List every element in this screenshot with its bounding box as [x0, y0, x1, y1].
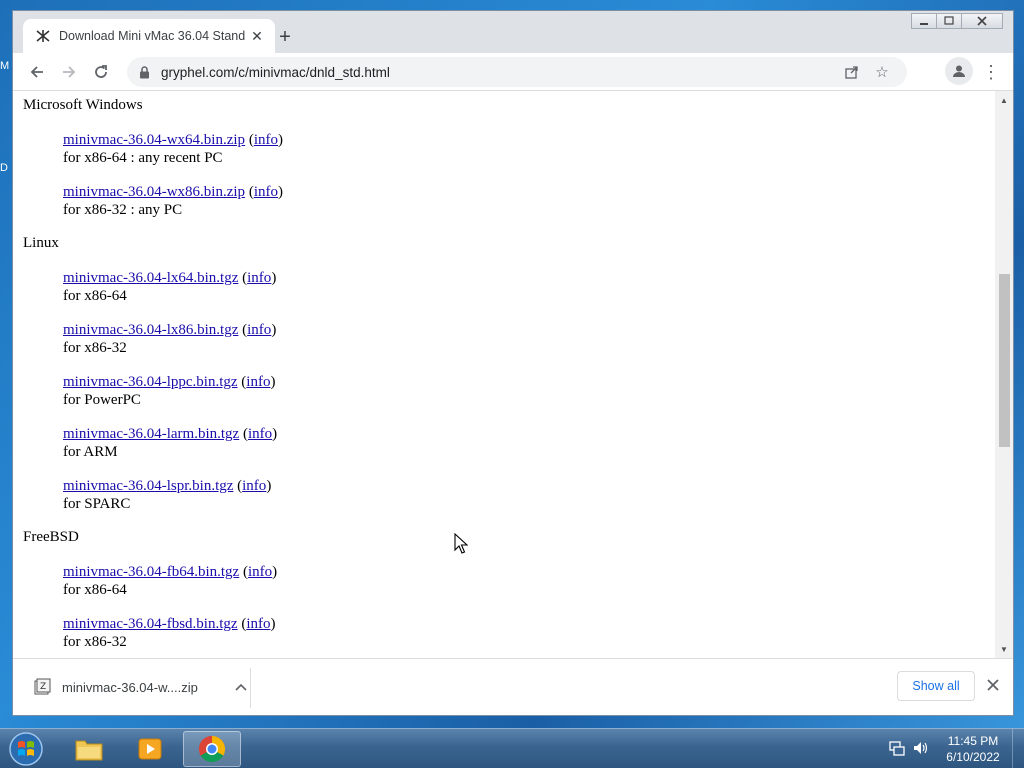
profile-avatar-button[interactable]: [945, 57, 973, 85]
show-all-button[interactable]: Show all: [897, 671, 975, 701]
download-item[interactable]: Z minivmac-36.04-w....zip: [33, 676, 251, 698]
lock-icon: [137, 65, 151, 79]
info-link[interactable]: info: [247, 270, 271, 286]
title-bar: Download Mini vMac 36.04 Standard ✕ +: [13, 11, 1013, 53]
close-shelf-icon[interactable]: [983, 675, 1003, 695]
browser-tab[interactable]: Download Mini vMac 36.04 Standard ✕: [23, 19, 275, 53]
list-item: minivmac-36.04-wx86.bin.zip (info) for x…: [63, 184, 283, 218]
taskbar-chrome-button[interactable]: [183, 731, 241, 767]
network-icon[interactable]: [888, 739, 906, 757]
minimize-button[interactable]: [911, 13, 937, 29]
show-desktop-button[interactable]: [1012, 729, 1024, 768]
item-description: for x86-64 : any recent PC: [63, 150, 223, 166]
window-controls: [911, 13, 1003, 29]
chrome-icon: [198, 735, 226, 763]
start-button[interactable]: [6, 731, 46, 767]
info-link[interactable]: info: [242, 478, 266, 494]
download-link[interactable]: minivmac-36.04-lx86.bin.tgz: [63, 322, 238, 338]
list-item: minivmac-36.04-lspr.bin.tgz (info) for S…: [63, 478, 272, 512]
taskbar: 11:45 PM 6/10/2022: [0, 728, 1024, 768]
desktop-icon-label: D: [0, 162, 8, 174]
download-shelf: Z minivmac-36.04-w....zip Show all: [13, 658, 1013, 715]
forward-arrow-icon: [63, 65, 76, 78]
page-content: Microsoft Windows minivmac-36.04-wx64.bi…: [13, 91, 995, 658]
person-icon: [953, 65, 965, 77]
info-link[interactable]: info: [248, 426, 272, 442]
site-favicon-icon: [35, 28, 51, 44]
download-filename: minivmac-36.04-w....zip: [62, 679, 198, 695]
download-link[interactable]: minivmac-36.04-larm.bin.tgz: [63, 426, 239, 442]
download-link[interactable]: minivmac-36.04-wx86.bin.zip: [63, 184, 245, 200]
back-button[interactable]: [22, 57, 52, 87]
mouse-cursor-icon: [454, 533, 468, 554]
list-item: minivmac-36.04-larm.bin.tgz (info) for A…: [63, 426, 278, 460]
download-link[interactable]: minivmac-36.04-fb64.bin.tgz: [63, 564, 239, 580]
list-item: minivmac-36.04-lppc.bin.tgz (info) for P…: [63, 374, 276, 408]
system-tray: [888, 739, 936, 757]
scroll-up-arrow-icon[interactable]: ▲: [999, 95, 1009, 105]
new-tab-button[interactable]: +: [273, 25, 297, 49]
share-icon[interactable]: [837, 60, 867, 84]
info-link[interactable]: info: [254, 184, 278, 200]
section-heading: FreeBSD: [23, 529, 79, 545]
bookmark-star-icon[interactable]: ☆: [867, 60, 897, 84]
reload-button[interactable]: [86, 57, 116, 87]
info-link[interactable]: info: [254, 132, 278, 148]
download-link[interactable]: minivmac-36.04-lppc.bin.tgz: [63, 374, 238, 390]
download-link[interactable]: minivmac-36.04-lspr.bin.tgz: [63, 478, 233, 494]
desktop-icon-label: M: [0, 60, 10, 72]
folder-icon: [75, 740, 103, 761]
info-link[interactable]: info: [247, 322, 271, 338]
divider: [250, 668, 251, 708]
item-description: for x86-32: [63, 340, 127, 356]
scrollbar-thumb[interactable]: [999, 274, 1010, 447]
item-description: for x86-32: [63, 634, 127, 650]
taskbar-clock[interactable]: 11:45 PM 6/10/2022: [938, 733, 1008, 765]
info-link[interactable]: info: [246, 616, 270, 632]
info-link[interactable]: info: [246, 374, 270, 390]
item-description: for PowerPC: [63, 392, 141, 408]
forward-button[interactable]: [54, 57, 84, 87]
item-description: for x86-32 : any PC: [63, 202, 183, 218]
download-link[interactable]: minivmac-36.04-wx64.bin.zip: [63, 132, 245, 148]
list-item: minivmac-36.04-wx64.bin.zip (info) for x…: [63, 132, 283, 166]
restore-button[interactable]: [936, 13, 962, 29]
scroll-down-arrow-icon[interactable]: ▼: [999, 644, 1009, 654]
tab-title: Download Mini vMac 36.04 Standard: [59, 29, 245, 43]
browser-window: Download Mini vMac 36.04 Standard ✕ + gr…: [12, 10, 1014, 716]
list-item: minivmac-36.04-lx86.bin.tgz (info) for x…: [63, 322, 277, 356]
taskbar-explorer-button[interactable]: [60, 731, 118, 767]
list-item: minivmac-36.04-lx64.bin.tgz (info) for x…: [63, 270, 277, 304]
list-item: minivmac-36.04-fb64.bin.tgz (info) for x…: [63, 564, 278, 598]
info-link[interactable]: info: [248, 564, 272, 580]
item-description: for x86-64: [63, 288, 127, 304]
item-description: for SPARC: [63, 496, 131, 512]
address-bar[interactable]: gryphel.com/c/minivmac/dnld_std.html ☆: [127, 57, 907, 87]
svg-text:Z: Z: [40, 682, 46, 692]
tab-close-icon[interactable]: ✕: [249, 28, 265, 44]
item-description: for ARM: [63, 444, 118, 460]
back-arrow-icon: [30, 65, 43, 78]
taskbar-media-player-button[interactable]: [121, 731, 179, 767]
browser-menu-button[interactable]: ⋮: [979, 57, 1003, 87]
list-item: minivmac-36.04-fbsd.bin.tgz (info) for x…: [63, 616, 276, 650]
reload-icon: [95, 64, 107, 78]
item-description: for x86-64: [63, 582, 127, 598]
section-heading: Linux: [23, 235, 59, 251]
clock-date: 6/10/2022: [946, 750, 1000, 764]
download-link[interactable]: minivmac-36.04-lx64.bin.tgz: [63, 270, 238, 286]
window-close-button[interactable]: [961, 13, 1003, 29]
zip-file-icon: Z: [34, 678, 51, 695]
url-text[interactable]: gryphel.com/c/minivmac/dnld_std.html: [161, 65, 837, 80]
browser-toolbar: gryphel.com/c/minivmac/dnld_std.html ☆ ⋮: [13, 53, 1013, 91]
section-heading: Microsoft Windows: [23, 97, 143, 113]
windows-logo-icon: [9, 732, 43, 766]
chevron-up-icon[interactable]: [231, 677, 251, 697]
media-player-icon: [138, 738, 162, 760]
download-link[interactable]: minivmac-36.04-fbsd.bin.tgz: [63, 616, 238, 632]
page-scrollbar[interactable]: ▲ ▼: [995, 91, 1013, 658]
clock-time: 11:45 PM: [947, 734, 999, 748]
volume-icon[interactable]: [912, 739, 930, 757]
